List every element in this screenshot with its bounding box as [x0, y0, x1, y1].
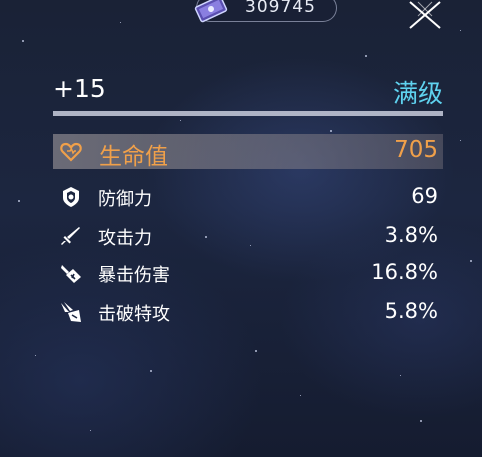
max-level-label: 满级	[392, 79, 443, 108]
main-stat-label: 生命值	[99, 144, 168, 170]
sub-stat-row: 击破特攻 5.8%	[53, 294, 443, 329]
sub-stat-value: 5.8%	[384, 299, 438, 323]
sub-stat-row: 暴击伤害 16.8%	[53, 255, 443, 290]
sub-stat-value: 69	[411, 184, 438, 208]
sub-stat-label: 攻击力	[98, 228, 152, 249]
break-effect-icon	[61, 302, 81, 322]
close-icon[interactable]	[404, 0, 446, 30]
sub-stat-row: 防御力 69	[53, 179, 443, 214]
crit-damage-icon	[61, 265, 81, 283]
level-indicator: +15	[53, 74, 106, 103]
sub-stat-label: 防御力	[98, 189, 152, 210]
currency-amount: 309745	[245, 0, 316, 17]
sub-stat-value: 16.8%	[371, 260, 438, 284]
header-divider	[53, 111, 443, 116]
sword-icon	[61, 227, 80, 245]
sub-stat-label: 击破特攻	[98, 304, 170, 325]
sub-stat-value: 3.8%	[384, 223, 438, 247]
sub-stat-row: 攻击力 3.8%	[53, 218, 443, 253]
shield-icon	[63, 187, 79, 207]
main-stat-value: 705	[394, 137, 438, 163]
currency-display: 309745	[194, 0, 337, 23]
main-stat-row: 生命值 705	[53, 134, 443, 170]
sub-stat-label: 暴击伤害	[98, 265, 170, 286]
heart-icon	[60, 142, 82, 162]
ticket-pass-icon	[194, 0, 228, 23]
